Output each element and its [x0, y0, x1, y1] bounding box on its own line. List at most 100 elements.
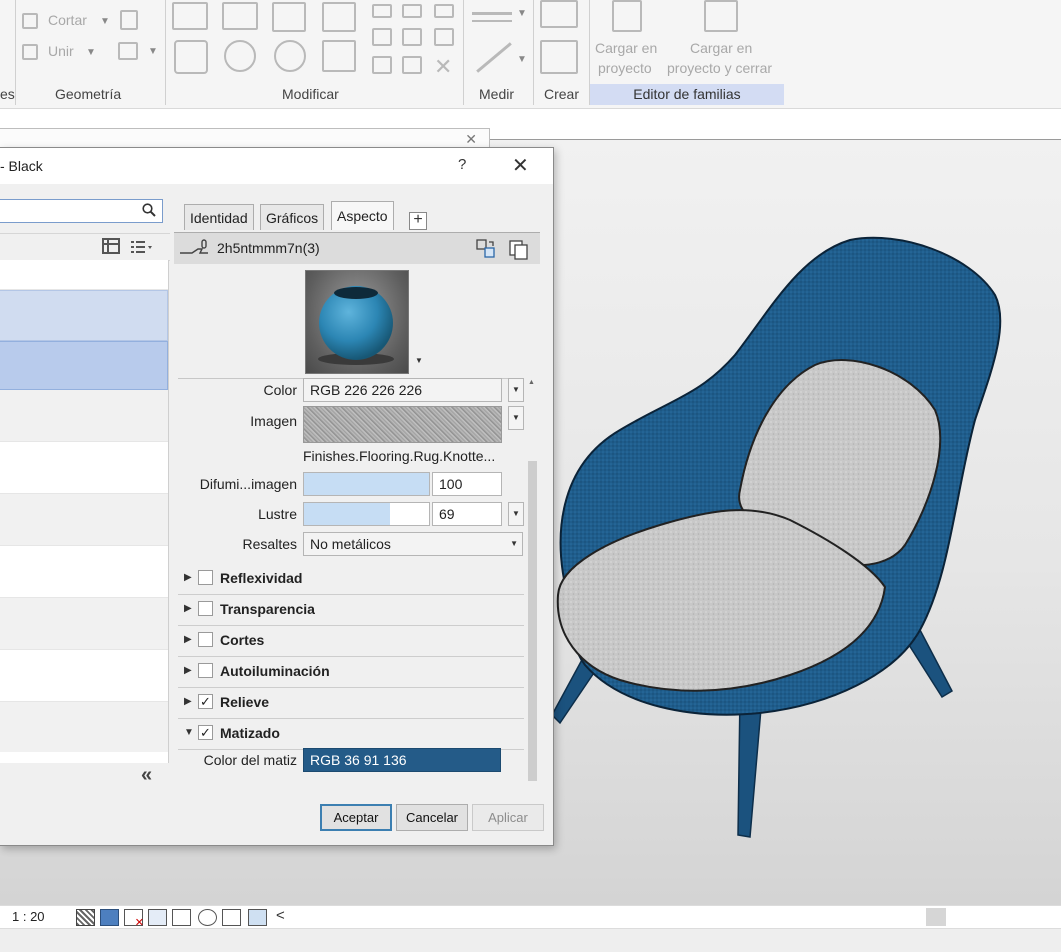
array-icon[interactable] [372, 28, 392, 46]
create-group-icon[interactable] [540, 40, 578, 74]
geometry-tool-icon[interactable] [118, 42, 138, 60]
chevron-left-icon[interactable]: < [276, 907, 285, 924]
show-crop-icon[interactable] [222, 909, 241, 926]
measure-icon[interactable] [472, 12, 512, 15]
align-icon[interactable] [172, 2, 208, 30]
expand-right-icon[interactable]: ▶ [184, 603, 192, 614]
section-checkbox[interactable] [198, 601, 213, 616]
gloss-dropdown[interactable]: ▼ [508, 502, 524, 526]
preview-options-icon[interactable]: ▼ [415, 356, 423, 365]
expand-right-icon[interactable]: ▶ [184, 572, 192, 583]
help-button[interactable]: ? [458, 156, 466, 173]
cut-button[interactable]: Cortar ▼ [22, 10, 112, 32]
join-button[interactable]: Unir ▼ [22, 41, 112, 63]
image-fade-slider[interactable] [303, 472, 430, 496]
split-gap-icon[interactable] [402, 4, 422, 18]
chair-3d-model[interactable] [550, 235, 1010, 845]
list-item[interactable] [0, 546, 168, 598]
load-into-project-button[interactable]: Cargar en proyecto [592, 0, 664, 80]
expand-right-icon[interactable]: ▶ [184, 696, 192, 707]
trim-multiple-icon[interactable] [402, 56, 422, 74]
rotate-icon[interactable] [274, 40, 306, 72]
apply-button[interactable]: Aplicar [472, 804, 544, 831]
list-item[interactable] [0, 260, 168, 290]
section-checkbox[interactable]: ✓ [198, 694, 213, 709]
section-checkbox[interactable] [198, 632, 213, 647]
view-layout-icon[interactable] [102, 238, 120, 254]
scroll-up-icon[interactable]: ▲ [528, 379, 535, 386]
close-button[interactable]: ✕ [512, 153, 529, 178]
section-checkbox[interactable]: ✓ [198, 725, 213, 740]
gloss-slider[interactable] [303, 502, 430, 526]
duplicate-asset-icon[interactable] [508, 239, 530, 261]
close-icon[interactable]: ✕ [465, 131, 477, 148]
list-view-icon[interactable] [131, 239, 153, 255]
crop-view-icon[interactable] [198, 909, 217, 926]
dimension-icon[interactable] [476, 42, 512, 73]
list-item[interactable] [0, 442, 168, 494]
copy-icon[interactable] [224, 40, 256, 72]
list-item-selected[interactable] [0, 341, 168, 390]
tab-graphics[interactable]: Gráficos [260, 204, 325, 230]
sun-path-icon[interactable]: ✕ [124, 909, 144, 929]
tab-appearance[interactable]: Aspecto [331, 201, 394, 230]
collapse-pane-button[interactable]: « [141, 764, 152, 787]
image-thumbnail[interactable] [303, 406, 502, 443]
expand-right-icon[interactable]: ▶ [184, 665, 192, 676]
section-5[interactable]: ▼ ✓ Matizado [178, 718, 524, 750]
add-tab-button[interactable]: + [409, 212, 427, 230]
ok-button[interactable]: Aceptar [320, 804, 392, 831]
section-1[interactable]: ▶ Transparencia [178, 594, 524, 626]
tab-identity[interactable]: Identidad [184, 204, 254, 230]
search-input[interactable] [0, 199, 163, 223]
split-icon[interactable] [372, 4, 392, 18]
list-item[interactable] [0, 650, 168, 702]
trim-extend-icon[interactable] [372, 56, 392, 74]
mirror-draw-icon[interactable] [322, 2, 356, 32]
color-field[interactable]: RGB 226 226 226 [303, 378, 502, 402]
geometry-tool-icon[interactable] [120, 10, 138, 30]
scale-icon[interactable] [402, 28, 422, 46]
load-and-close-button[interactable]: Cargar en proyecto y cerrar [666, 0, 782, 80]
image-name[interactable]: Finishes.Flooring.Rug.Knotte... [303, 448, 495, 464]
detail-level-icon[interactable] [76, 909, 95, 926]
render-icon[interactable] [172, 909, 191, 926]
list-item[interactable] [0, 494, 168, 546]
list-item[interactable] [0, 390, 168, 442]
shadows-icon[interactable] [148, 909, 167, 926]
properties-scrollbar[interactable]: ▲ [527, 379, 538, 791]
list-item[interactable] [0, 702, 168, 752]
image-fade-value[interactable]: 100 [432, 472, 502, 496]
section-3[interactable]: ▶ Autoiluminación [178, 656, 524, 688]
trim-icon[interactable] [322, 40, 356, 72]
search-icon[interactable] [142, 203, 156, 217]
visual-style-icon[interactable] [100, 909, 119, 926]
chevron-down-icon[interactable]: ▼ [517, 54, 527, 65]
list-item[interactable] [0, 598, 168, 650]
unpin-icon[interactable] [434, 28, 454, 46]
temporary-hide-icon[interactable] [248, 909, 267, 926]
cancel-button[interactable]: Cancelar [396, 804, 468, 831]
dialog-titlebar[interactable]: - Black ? ✕ [0, 148, 553, 184]
expand-down-icon[interactable]: ▼ [184, 727, 194, 738]
expand-right-icon[interactable]: ▶ [184, 634, 192, 645]
section-0[interactable]: ▶ Reflexividad [178, 563, 524, 595]
section-2[interactable]: ▶ Cortes [178, 625, 524, 657]
status-box[interactable] [926, 908, 946, 926]
gloss-value[interactable]: 69 [432, 502, 502, 526]
image-dropdown[interactable]: ▼ [508, 406, 524, 430]
mirror-axis-icon[interactable] [272, 2, 306, 32]
replace-asset-icon[interactable] [476, 239, 496, 259]
move-icon[interactable] [174, 40, 208, 74]
chevron-down-icon[interactable]: ▼ [517, 8, 527, 19]
section-checkbox[interactable] [198, 663, 213, 678]
tint-color-field[interactable]: RGB 36 91 136 [303, 748, 501, 772]
section-checkbox[interactable] [198, 570, 213, 585]
create-component-icon[interactable] [540, 0, 578, 28]
delete-icon[interactable]: ✕ [434, 54, 452, 80]
pin-icon[interactable] [434, 4, 454, 18]
offset-icon[interactable] [222, 2, 258, 30]
scrollbar-thumb[interactable] [528, 461, 537, 781]
view-scale[interactable]: 1 : 20 [12, 909, 45, 924]
section-4[interactable]: ▶ ✓ Relieve [178, 687, 524, 719]
